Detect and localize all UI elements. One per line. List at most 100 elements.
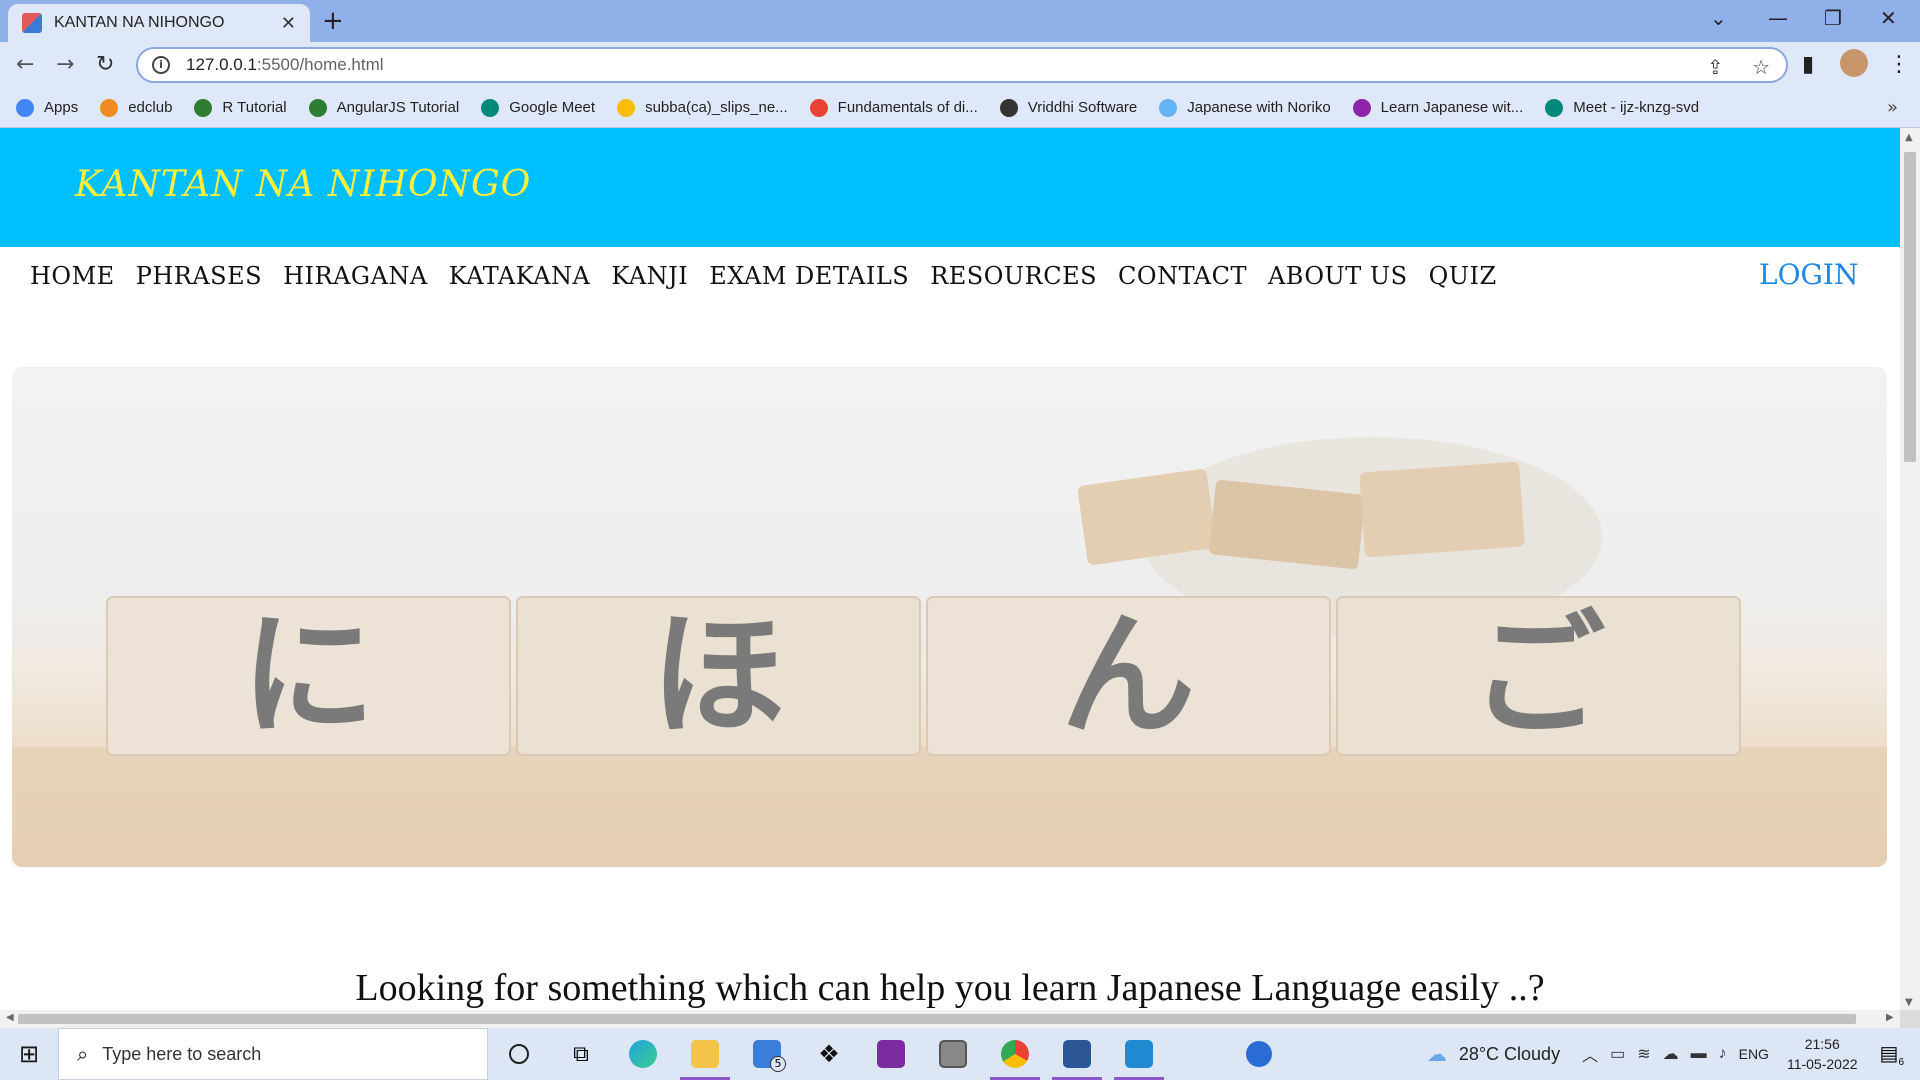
bookmarks-overflow-icon[interactable]: »	[1887, 97, 1898, 118]
bookmark-item[interactable]: Google Meet	[481, 98, 596, 117]
weather-text[interactable]: 28°C Cloudy	[1459, 1044, 1560, 1065]
nav-item-kanji[interactable]: KANJI	[611, 262, 688, 290]
nav-item-katakana[interactable]: KATAKANA	[449, 262, 591, 290]
new-tab-button[interactable]: +	[322, 6, 344, 36]
site-header: KANTAN NA NIHONGO	[0, 128, 1900, 247]
bookmark-item[interactable]: Meet - ijz-knzg-svd	[1545, 98, 1700, 117]
bookmark-label: Japanese with Noriko	[1187, 99, 1331, 116]
close-tab-icon[interactable]: ✕	[281, 13, 296, 34]
reload-icon[interactable]: ↻	[96, 52, 114, 77]
onedrive-icon[interactable]: ☁	[1663, 1044, 1679, 1064]
url-text[interactable]: 127.0.0.1:5500/home.html	[186, 55, 384, 75]
hero-block-go: ご	[1471, 597, 1606, 754]
window-close-button[interactable]: ✕	[1880, 6, 1897, 30]
browser-menu-icon[interactable]: ⋮	[1888, 52, 1910, 77]
scroll-left-icon[interactable]: ◀	[6, 1012, 14, 1023]
cortana-icon[interactable]	[488, 1028, 550, 1080]
nav-item-contact[interactable]: CONTACT	[1118, 262, 1247, 290]
bookmark-item[interactable]: Apps	[16, 98, 78, 117]
wifi-icon[interactable]: ≋	[1637, 1044, 1650, 1064]
scroll-up-icon[interactable]: ▲	[1905, 132, 1913, 143]
login-link[interactable]: LOGIN	[1759, 258, 1858, 291]
vertical-scroll-thumb[interactable]	[1904, 152, 1916, 462]
nav-item-quiz[interactable]: QUIZ	[1429, 262, 1497, 290]
show-hidden-icons-chevron-icon[interactable]: ︿	[1582, 1042, 1598, 1066]
scroll-right-icon[interactable]: ▶	[1886, 1012, 1894, 1023]
mail-badge: 5	[770, 1056, 786, 1072]
meet-now-icon[interactable]: ▭	[1610, 1044, 1625, 1064]
side-panel-icon[interactable]: ▮	[1802, 52, 1814, 77]
profile-avatar[interactable]	[1840, 49, 1868, 77]
battery-icon[interactable]: ▬	[1691, 1045, 1707, 1063]
bookmark-item[interactable]: R Tutorial	[194, 98, 287, 117]
nav-item-hiragana[interactable]: HIRAGANA	[283, 262, 428, 290]
notification-count: 6	[1898, 1056, 1904, 1068]
windows-start-icon[interactable]: ⊞	[0, 1028, 58, 1080]
site-info-icon[interactable]: i	[152, 56, 170, 74]
browser-tab[interactable]: KANTAN NA NIHONGO ✕	[8, 4, 310, 42]
system-clock[interactable]: 21:56 11-05-2022	[1787, 1034, 1858, 1074]
bookmark-favicon-icon	[100, 98, 119, 117]
edge-icon[interactable]	[612, 1028, 674, 1080]
bookmark-item[interactable]: subba(ca)_slips_ne...	[617, 98, 788, 117]
mail-icon[interactable]: 5	[736, 1028, 798, 1080]
tab-title: KANTAN NA NIHONGO	[54, 14, 225, 31]
hero-block-ni: に	[241, 597, 376, 754]
taskbar-search[interactable]: ⌕ Type here to search	[58, 1028, 488, 1080]
bookmark-label: subba(ca)_slips_ne...	[645, 99, 788, 116]
bookmark-favicon-icon	[999, 98, 1018, 117]
bookmark-label: Google Meet	[509, 99, 596, 116]
share-icon[interactable]: ⇪	[1707, 55, 1724, 79]
volume-icon[interactable]: ♪	[1719, 1045, 1727, 1063]
horizontal-scrollbar[interactable]: ◀ ▶	[0, 1010, 1900, 1028]
bookmark-item[interactable]: Fundamentals of di...	[809, 98, 978, 117]
scrollbar-corner	[1900, 1010, 1920, 1028]
bookmark-favicon-icon	[16, 98, 34, 117]
nav-item-phrases[interactable]: PHRASES	[136, 262, 262, 290]
chrome-icon[interactable]	[984, 1028, 1046, 1080]
vertical-scrollbar[interactable]: ▲ ▼	[1900, 128, 1920, 1010]
windows-taskbar: ⊞ ⌕ Type here to search ⧉ 5 ❖ ☁ 28°C Clo…	[0, 1028, 1920, 1080]
scroll-down-icon[interactable]: ▼	[1905, 997, 1913, 1008]
wikipedia-icon[interactable]	[922, 1028, 984, 1080]
notifications-icon[interactable]: ▤6	[1880, 1041, 1904, 1068]
address-bar[interactable]: i 127.0.0.1:5500/home.html ⇪ ☆	[136, 47, 1788, 83]
restore-button[interactable]: ❐	[1824, 6, 1842, 30]
bookmark-favicon-icon	[1159, 98, 1178, 117]
hero-illustration: に ほ ん ご	[12, 437, 1887, 867]
main-nav: HOME PHRASES HIRAGANA KATAKANA KANJI EXAM DET…	[30, 262, 1518, 290]
hero-block-ho: ほ	[651, 597, 786, 754]
bookmark-item[interactable]: Learn Japanese wit...	[1352, 98, 1523, 117]
nav-item-exam-details[interactable]: EXAM DETAILS	[709, 262, 909, 290]
bookmark-item[interactable]: Vriddhi Software	[999, 98, 1138, 117]
horizontal-scroll-thumb[interactable]	[18, 1014, 1856, 1024]
help-icon[interactable]	[1228, 1028, 1290, 1080]
bookmark-item[interactable]: edclub	[100, 98, 173, 117]
site-brand[interactable]: KANTAN NA NIHONGO	[75, 164, 531, 205]
task-view-icon[interactable]: ⧉	[550, 1028, 612, 1080]
nav-item-about-us[interactable]: ABOUT US	[1268, 262, 1408, 290]
bookmark-label: Meet - ijz-knzg-svd	[1573, 99, 1700, 116]
forward-arrow-icon[interactable]: →	[56, 52, 74, 77]
bookmark-item[interactable]: Japanese with Noriko	[1159, 98, 1331, 117]
search-icon: ⌕	[77, 1042, 89, 1066]
bookmark-label: Vriddhi Software	[1027, 99, 1138, 116]
site-favicon-icon	[22, 13, 42, 33]
bookmark-star-icon[interactable]: ☆	[1752, 55, 1770, 79]
vscode-icon[interactable]	[1108, 1028, 1170, 1080]
word-icon[interactable]	[1046, 1028, 1108, 1080]
url-host: 127.0.0.1	[186, 55, 257, 74]
back-arrow-icon[interactable]: ←	[16, 52, 34, 77]
language-indicator[interactable]: ENG	[1739, 1046, 1769, 1062]
app-s-icon[interactable]	[860, 1028, 922, 1080]
browser-toolbar: ← → ↻ i 127.0.0.1:5500/home.html ⇪ ☆ ▮ ⋮	[0, 42, 1920, 88]
dropbox-icon[interactable]: ❖	[798, 1028, 860, 1080]
nav-item-home[interactable]: HOME	[30, 262, 115, 290]
minimize-button[interactable]: —	[1768, 6, 1788, 30]
tab-search-chevron-icon[interactable]: ⌄	[1710, 6, 1727, 30]
bookmark-item[interactable]: AngularJS Tutorial	[308, 98, 459, 117]
browser-chrome: KANTAN NA NIHONGO ✕ + ⌄ — ❐ ✕ ← → ↻ i 12…	[0, 0, 1920, 128]
nav-item-resources[interactable]: RESOURCES	[930, 262, 1097, 290]
bookmark-label: edclub	[128, 99, 173, 116]
file-explorer-icon[interactable]	[674, 1028, 736, 1080]
